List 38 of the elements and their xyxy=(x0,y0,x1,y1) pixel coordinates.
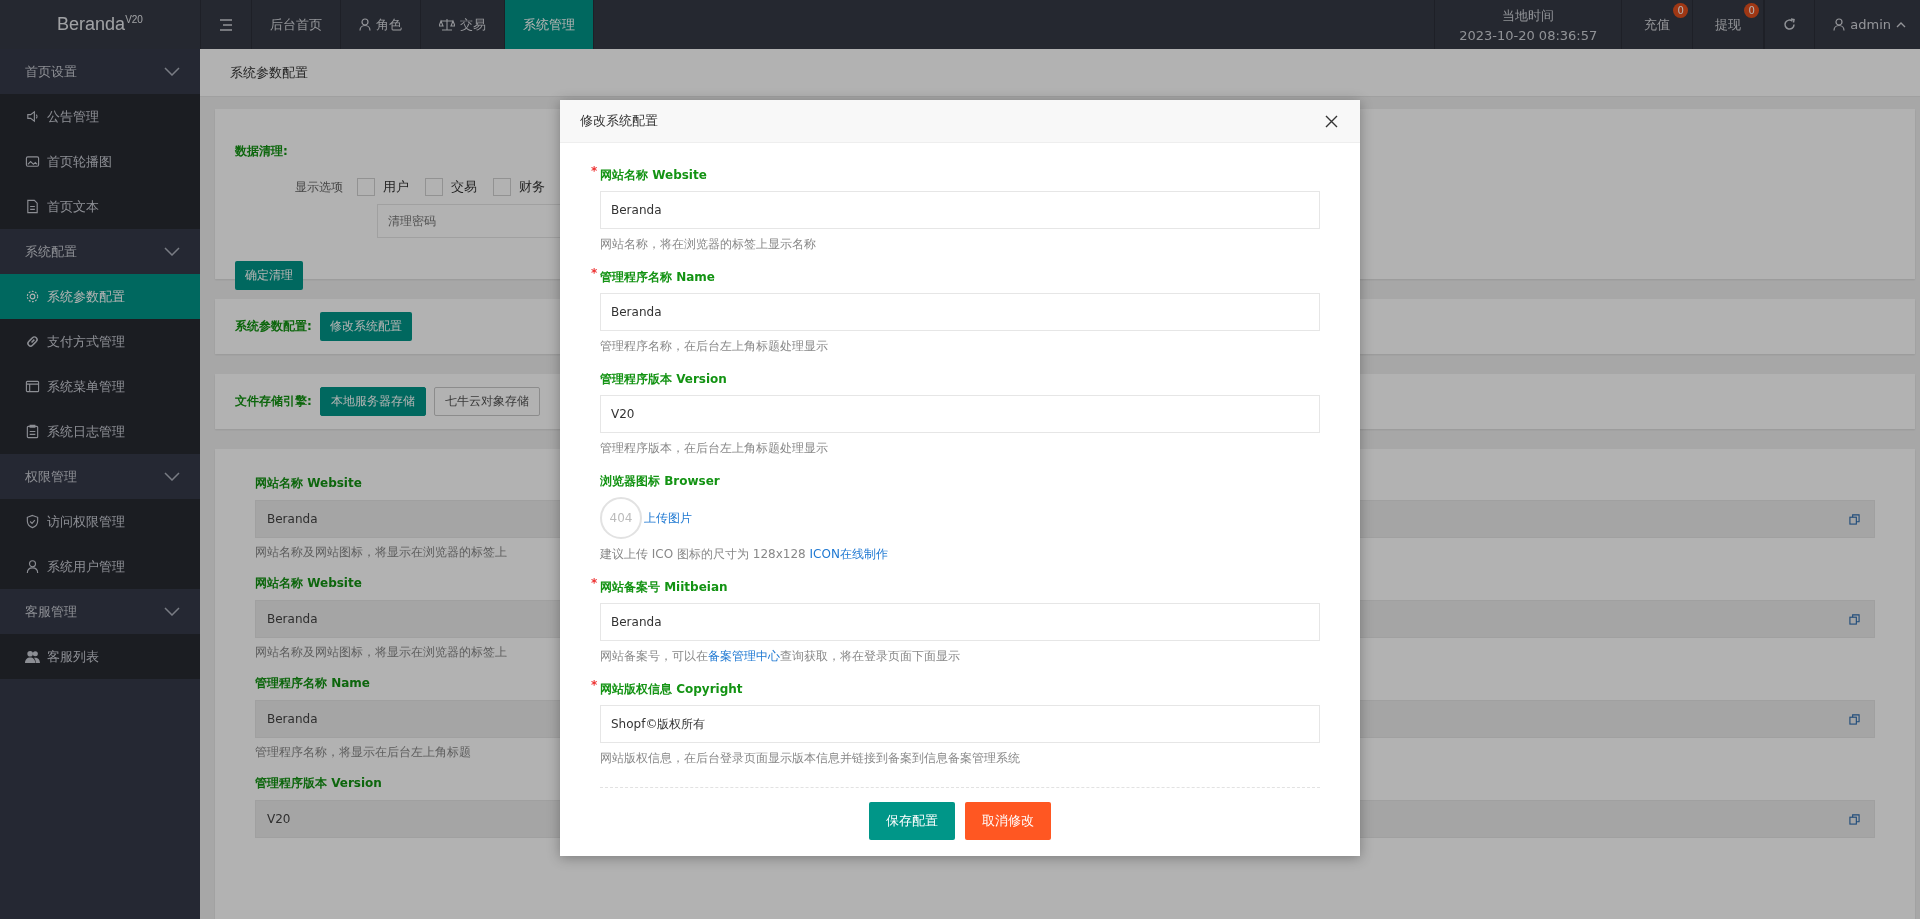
count-badge: 0 xyxy=(1744,3,1760,18)
field-label: 浏览器图标 Browser xyxy=(600,474,720,488)
field-hint: 网站备案号，可以在备案管理中心查询获取，将在登录页面下面显示 xyxy=(600,648,960,665)
checkbox-label: 交易 xyxy=(451,178,477,196)
checkbox-label: 用户 xyxy=(383,178,409,196)
count-badge: 0 xyxy=(1673,3,1689,18)
section-title: 数据清理: xyxy=(235,143,289,160)
field-label: 网站版权信息 Copyright xyxy=(600,682,743,696)
field-label: 网站名称 Website xyxy=(255,575,362,592)
field-hint: 建议上传 ICO 图标的尺寸为 128x128 ICON在线制作 xyxy=(600,546,888,563)
section-title: 文件存储引擎: xyxy=(235,393,312,410)
options-label: 显示选项 xyxy=(295,178,343,196)
field-hint: 网站名称及网站图标，将显示在浏览器的标签上 xyxy=(255,544,507,561)
dialog-title: 修改系统配置 xyxy=(580,112,658,130)
required-asterisk: * xyxy=(591,266,598,280)
clock-label: 当地时间 xyxy=(1502,6,1555,25)
field-label: 网站名称 Website xyxy=(255,475,362,492)
checkbox-label: 财务 xyxy=(519,178,545,196)
field-label: 管理程序版本 Version xyxy=(255,775,382,792)
field-hint: 网站名称，将在浏览器的标签上显示名称 xyxy=(600,236,816,253)
field-hint: 网站名称及网站图标，将显示在浏览器的标签上 xyxy=(255,644,507,661)
required-asterisk: * xyxy=(591,576,598,590)
section-title: 系统参数配置: xyxy=(235,318,312,335)
required-asterisk: * xyxy=(591,164,598,178)
field-hint: 管理程序版本，在后台左上角标题处理显示 xyxy=(600,440,828,457)
field-hint: 网站版权信息，在后台登录页面显示版本信息并链接到备案到信息备案管理系统 xyxy=(600,750,1020,767)
app-logo: Beranda$^{V20}$ xyxy=(56,13,144,36)
breadcrumb: 系统参数配置 xyxy=(230,63,308,82)
image-preview: 404 xyxy=(600,497,642,539)
field-label: 管理程序版本 Version xyxy=(600,372,727,386)
clock-time: 2023-10-20 08:36:57 xyxy=(1459,27,1598,43)
field-label: 网站名称 Website xyxy=(600,168,707,182)
required-asterisk: * xyxy=(591,678,598,692)
field-label: 网站备案号 Miitbeian xyxy=(600,580,728,594)
field-hint: 管理程序名称，在后台左上角标题处理显示 xyxy=(600,338,828,355)
field-label: 管理程序名称 Name xyxy=(600,270,715,284)
field-hint: 管理程序名称，将显示在后台左上角标题 xyxy=(255,744,471,761)
field-label: 管理程序名称 Name xyxy=(255,675,370,692)
